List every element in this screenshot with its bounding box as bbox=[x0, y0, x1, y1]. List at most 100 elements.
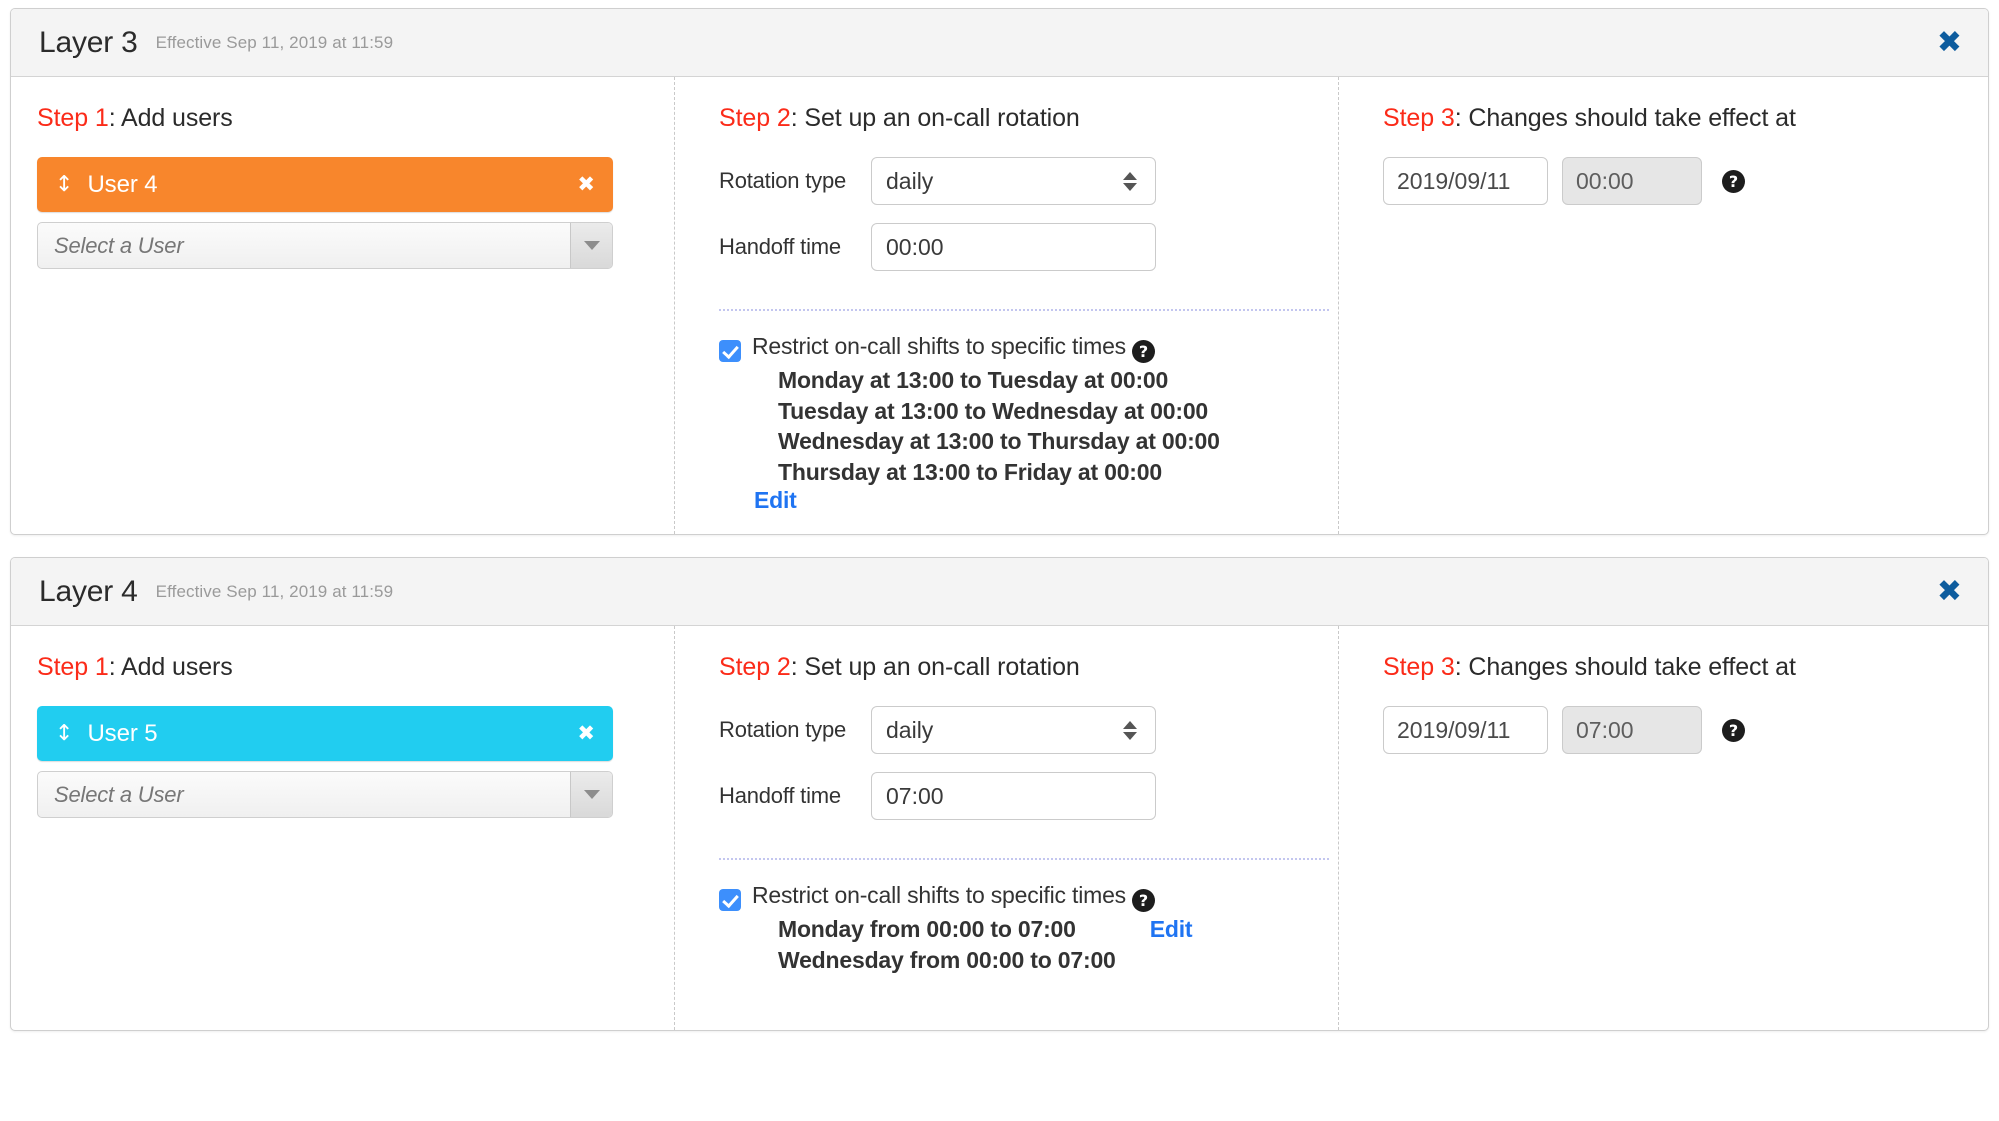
layer-title: Layer 3 bbox=[39, 25, 138, 59]
layer-card-2: Layer 4 Effective Sep 11, 2019 at 11:59 … bbox=[10, 557, 1989, 1032]
select-user-placeholder: Select a User bbox=[54, 781, 184, 807]
effective-date-input[interactable]: 2019/09/11 bbox=[1383, 157, 1548, 205]
effective-date-value: 2019/09/11 bbox=[1397, 167, 1511, 194]
effective-time-input[interactable]: 00:00 bbox=[1562, 157, 1702, 205]
close-icon[interactable]: ✖ bbox=[1937, 576, 1962, 607]
restrict-shifts-checkbox[interactable] bbox=[719, 889, 741, 912]
shift-entry: Wednesday at 13:00 to Thursday at 00:00 bbox=[778, 428, 1220, 455]
rotation-type-row: Rotation type daily bbox=[719, 157, 1312, 205]
shift-entry: Wednesday from 00:00 to 07:00 bbox=[778, 946, 1116, 973]
restrict-shifts-label: Restrict on-call shifts to specific time… bbox=[752, 882, 1126, 909]
step1-heading-text: : Add users bbox=[108, 104, 233, 132]
spinner-arrows-icon[interactable] bbox=[1123, 720, 1137, 740]
step3-heading: Step 3: Changes should take effect at bbox=[1383, 104, 1962, 133]
handoff-time-row: Handoff time 07:00 bbox=[719, 772, 1312, 821]
restrict-shifts-row: Restrict on-call shifts to specific time… bbox=[719, 882, 1312, 975]
step3-heading-text: : Changes should take effect at bbox=[1454, 104, 1796, 132]
step2-heading: Step 2: Set up an on-call rotation bbox=[719, 104, 1312, 133]
user-tag[interactable]: ↕ User 4 ✖ bbox=[37, 157, 613, 212]
close-icon[interactable]: ✖ bbox=[1937, 27, 1962, 58]
effective-time-value: 07:00 bbox=[1576, 716, 1634, 743]
layer-header: Layer 4 Effective Sep 11, 2019 at 11:59 … bbox=[11, 558, 1988, 627]
user-tag-list: ↕ User 4 ✖ bbox=[37, 157, 648, 212]
effective-time-input[interactable]: 07:00 bbox=[1562, 706, 1702, 755]
step1-step-label: Step 1 bbox=[37, 653, 109, 682]
layer-body: Step 1: Add users ↕ User 4 ✖ Select a User… bbox=[11, 77, 1988, 535]
rotation-type-select[interactable]: daily bbox=[871, 706, 1156, 755]
shift-entry: Tuesday at 13:00 to Wednesday at 00:00 bbox=[778, 397, 1209, 424]
rotation-type-label: Rotation type bbox=[719, 168, 847, 193]
edit-shifts-link[interactable]: Edit bbox=[1150, 916, 1193, 943]
help-icon[interactable]: ? bbox=[1131, 889, 1155, 913]
handoff-time-value: 07:00 bbox=[886, 782, 944, 809]
step2-heading: Step 2: Set up an on-call rotation bbox=[719, 653, 1312, 682]
step1-heading-text: : Add users bbox=[108, 653, 233, 682]
layer-header: Layer 3 Effective Sep 11, 2019 at 11:59 … bbox=[11, 9, 1988, 77]
layer-body: Step 1: Add users ↕ User 5 ✖ Select a User… bbox=[11, 626, 1988, 1031]
step1-column: Step 1: Add users ↕ User 4 ✖ Select a User bbox=[11, 77, 674, 534]
handoff-time-label: Handoff time bbox=[719, 783, 841, 809]
step2-heading-text: : Set up an on-call rotation bbox=[790, 653, 1080, 682]
step1-heading: Step 1: Add users bbox=[37, 653, 648, 682]
help-icon[interactable]: ? bbox=[1131, 340, 1155, 363]
section-divider bbox=[719, 858, 1329, 861]
shift-list: Monday from 00:00 to 07:00 Edit Wednesday … bbox=[778, 914, 1193, 975]
restrict-shifts-label-wrap: Restrict on-call shifts to specific time… bbox=[752, 333, 1220, 363]
layer-effective-date: Effective Sep 11, 2019 at 11:59 bbox=[155, 581, 394, 601]
user-tag-list: ↕ User 5 ✖ bbox=[37, 706, 648, 762]
effective-datetime-row: 2019/09/11 07:00 ? bbox=[1383, 706, 1962, 755]
edit-shifts-link[interactable]: Edit bbox=[754, 487, 797, 514]
effective-time-value: 00:00 bbox=[1576, 167, 1634, 194]
user-tag[interactable]: ↕ User 5 ✖ bbox=[37, 706, 613, 762]
handoff-time-input[interactable]: 00:00 bbox=[871, 223, 1156, 271]
layer-effective-date: Effective Sep 11, 2019 at 11:59 bbox=[155, 32, 394, 52]
handoff-time-value: 00:00 bbox=[886, 233, 944, 260]
restrict-shifts-row: Restrict on-call shifts to specific time… bbox=[719, 333, 1312, 514]
chevron-down-icon[interactable] bbox=[570, 223, 612, 268]
step2-step-label: Step 2 bbox=[719, 653, 791, 682]
handoff-time-label: Handoff time bbox=[719, 234, 841, 259]
user-tag-label: User 5 bbox=[87, 719, 158, 747]
select-user-dropdown[interactable]: Select a User bbox=[37, 771, 613, 819]
chevron-down-icon[interactable] bbox=[570, 772, 612, 818]
restrict-shifts-label-wrap: Restrict on-call shifts to specific time… bbox=[752, 882, 1192, 913]
select-user-dropdown[interactable]: Select a User bbox=[37, 222, 613, 269]
shift-entry: Thursday at 13:00 to Friday at 00:00 bbox=[778, 458, 1162, 485]
effective-date-value: 2019/09/11 bbox=[1397, 716, 1511, 743]
select-user-placeholder: Select a User bbox=[54, 232, 184, 258]
step3-step-label: Step 3 bbox=[1383, 104, 1455, 132]
effective-datetime-row: 2019/09/11 00:00 ? bbox=[1383, 157, 1962, 205]
handoff-time-input[interactable]: 07:00 bbox=[871, 772, 1156, 821]
user-tag-label: User 4 bbox=[87, 170, 158, 198]
rotation-type-value: daily bbox=[886, 716, 934, 743]
rotation-type-label: Rotation type bbox=[719, 717, 847, 743]
shift-entry: Monday at 13:00 to Tuesday at 00:00 bbox=[778, 367, 1169, 393]
restrict-shifts-checkbox[interactable] bbox=[719, 340, 741, 362]
schedule-layers-root: Layer 3 Effective Sep 11, 2019 at 11:59 … bbox=[10, 8, 1989, 1032]
layer-title: Layer 4 bbox=[39, 574, 138, 608]
drag-handle-icon[interactable]: ↕ bbox=[55, 173, 73, 196]
remove-user-icon[interactable]: ✖ bbox=[577, 723, 595, 744]
step2-step-label: Step 2 bbox=[719, 104, 791, 132]
step2-column: Step 2: Set up an on-call rotation Rotat… bbox=[674, 626, 1339, 1031]
section-divider bbox=[719, 309, 1329, 311]
step3-step-label: Step 3 bbox=[1383, 653, 1455, 682]
help-icon[interactable]: ? bbox=[1722, 169, 1745, 193]
layer-card-1: Layer 3 Effective Sep 11, 2019 at 11:59 … bbox=[10, 8, 1989, 536]
restrict-shifts-label: Restrict on-call shifts to specific time… bbox=[752, 333, 1126, 359]
step3-column: Step 3: Changes should take effect at 20… bbox=[1339, 626, 1988, 1030]
spinner-arrows-icon[interactable] bbox=[1123, 171, 1137, 191]
effective-date-input[interactable]: 2019/09/11 bbox=[1383, 706, 1548, 755]
rotation-type-select[interactable]: daily bbox=[871, 157, 1156, 205]
step3-heading-text: : Changes should take effect at bbox=[1454, 653, 1796, 682]
shift-entry-text: Monday from 00:00 to 07:00 bbox=[778, 916, 1076, 943]
handoff-time-row: Handoff time 00:00 bbox=[719, 223, 1312, 271]
remove-user-icon[interactable]: ✖ bbox=[577, 174, 595, 195]
step1-step-label: Step 1 bbox=[37, 104, 109, 132]
shift-list: Monday at 13:00 to Tuesday at 00:00 Tuesd… bbox=[754, 365, 1220, 514]
help-icon[interactable]: ? bbox=[1722, 718, 1745, 742]
step1-column: Step 1: Add users ↕ User 5 ✖ Select a User bbox=[11, 626, 674, 1030]
shift-entry: Monday from 00:00 to 07:00 Edit bbox=[778, 914, 1193, 945]
drag-handle-icon[interactable]: ↕ bbox=[55, 722, 73, 745]
step1-heading: Step 1: Add users bbox=[37, 104, 648, 133]
